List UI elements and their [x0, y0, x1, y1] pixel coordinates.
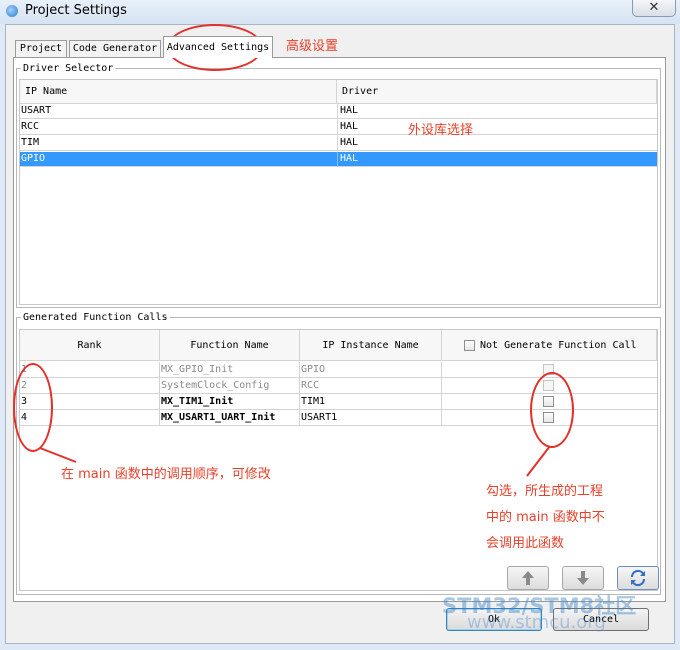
- annotation-checkbox-line-1: 勾选，所生成的工程: [486, 484, 604, 499]
- annotation-checkbox-line-2: 中的 main 函数中不: [486, 510, 605, 525]
- tab-advanced-settings[interactable]: Advanced Settings: [163, 36, 273, 58]
- annotation-call-order: 在 main 函数中的调用顺序，可修改: [61, 467, 271, 482]
- watermark-url: www.stmcu.org: [467, 612, 606, 633]
- annotation-lines: [39, 445, 551, 477]
- annotation-line-checkbox: [526, 445, 551, 477]
- annotation-line-rank: [39, 447, 77, 463]
- annotation-checkbox-line-3: 会调用此函数: [486, 536, 565, 551]
